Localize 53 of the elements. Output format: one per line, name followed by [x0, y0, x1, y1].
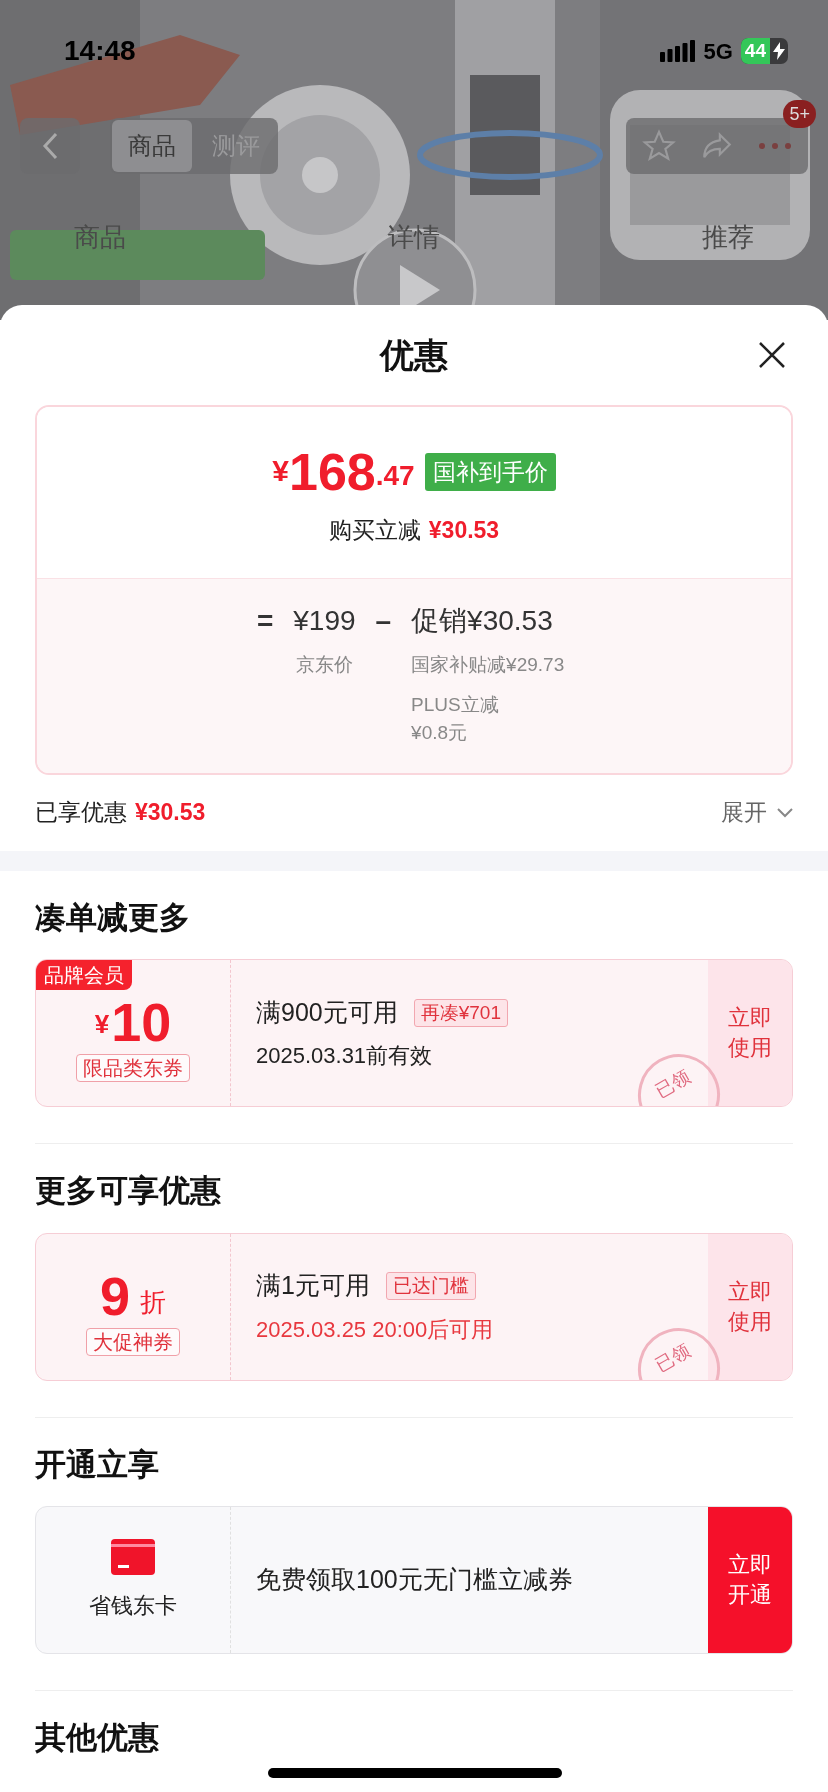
currency-symbol: ¥: [272, 454, 289, 487]
chevron-left-icon: [41, 131, 59, 161]
network-label: 5G: [703, 37, 733, 66]
minus-sign: –: [375, 603, 392, 638]
section-title: 开通立享: [35, 1446, 159, 1482]
close-icon[interactable]: [758, 341, 786, 369]
header-tab[interactable]: 商品: [112, 120, 192, 172]
star-icon[interactable]: [642, 129, 676, 163]
promo-detail: PLUS立减 ¥0.8元: [411, 692, 500, 745]
currency-symbol: ¥: [94, 1008, 110, 1041]
discount-label: 已享优惠: [35, 798, 127, 828]
saving-value: ¥30.53: [428, 516, 500, 545]
sheet-title: 优惠: [380, 334, 448, 376]
use-button[interactable]: 立即 使用: [708, 1233, 792, 1380]
base-price: ¥199: [293, 603, 356, 638]
use-button[interactable]: 立即 使用: [708, 960, 792, 1106]
status-time: 14:48: [64, 34, 136, 68]
activate-button[interactable]: 立即 开通: [708, 1507, 792, 1653]
base-price-label: 京东价: [295, 652, 353, 677]
discount-value: ¥30.53: [135, 798, 206, 828]
battery-indicator: 44: [740, 38, 788, 64]
card-name: 省钱东卡: [89, 1591, 177, 1620]
equals-sign: =: [256, 603, 274, 638]
coupon-tag: 大促神券: [86, 1327, 180, 1356]
promo-detail: 国家补贴减¥29.73: [411, 652, 566, 677]
coupon-value: 10: [111, 994, 172, 1050]
coupon-validity: 2025.03.31前有效: [256, 1042, 434, 1071]
threshold-chip: 再凑¥701: [413, 998, 508, 1027]
coupon-condition: 满900元可用: [256, 996, 398, 1028]
signal-icon: [659, 40, 696, 62]
coupon-validity: 2025.03.25 20:00后可用: [256, 1315, 495, 1344]
more-icon[interactable]: [758, 141, 792, 151]
coupon-tag: 限品类东券: [76, 1054, 190, 1082]
price-tag: 国补到手价: [424, 453, 556, 491]
membership-offer: 免费领取100元无门槛立减券: [256, 1564, 573, 1596]
section-title: 凑单减更多: [35, 899, 190, 935]
price-decimal: .47: [375, 459, 415, 493]
threshold-chip: 已达门槛: [385, 1272, 476, 1300]
section-title: 更多可享优惠: [35, 1173, 221, 1208]
card-icon: [111, 1538, 155, 1575]
coupon-unit: 折: [140, 1285, 166, 1319]
saving-label: 购买立减: [328, 516, 421, 545]
nav-tab[interactable]: 详情: [388, 218, 440, 257]
nav-tab[interactable]: 推荐: [702, 218, 754, 257]
expand-toggle[interactable]: 展开: [721, 795, 793, 830]
coupon-value: 9: [99, 1267, 130, 1324]
promo-total: 促销¥30.53: [411, 603, 554, 638]
nav-tab[interactable]: 商品: [74, 218, 126, 257]
section-title: 其他优惠: [35, 1720, 159, 1755]
chevron-down-icon: [777, 807, 793, 818]
member-ribbon: 品牌会员: [36, 960, 132, 990]
coupon-condition: 满1元可用: [256, 1270, 370, 1302]
final-price: 168: [289, 445, 376, 499]
